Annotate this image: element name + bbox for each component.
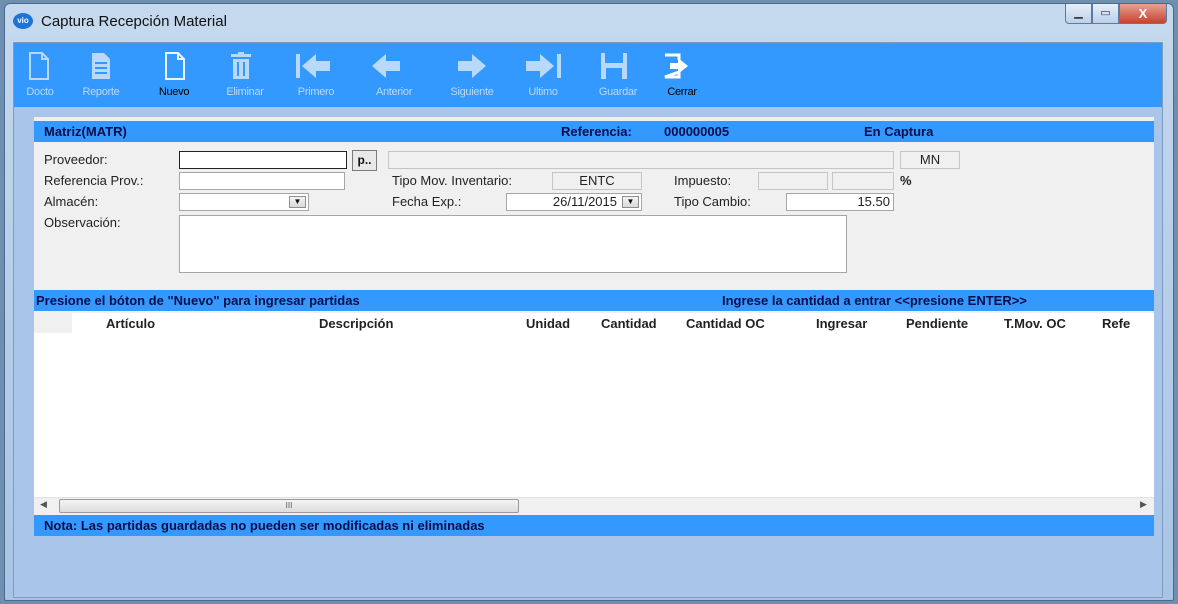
docto-label: Docto (26, 86, 54, 98)
status-badge: En Captura (864, 124, 934, 139)
trash-icon (231, 52, 251, 79)
horizontal-scrollbar[interactable]: ◀ III ▶ (34, 497, 1154, 515)
app-window: vio Captura Recepción Material ▁ ▭ X Doc… (4, 3, 1174, 601)
form-panel: Matriz(MATR) Referencia: 000000005 En Ca… (34, 117, 1154, 536)
header-bar: Matriz(MATR) Referencia: 000000005 En Ca… (34, 121, 1154, 142)
column-header-tmov-oc[interactable]: T.Mov. OC (1004, 316, 1066, 331)
column-header-pendiente[interactable]: Pendiente (906, 316, 968, 331)
fecha-exp-value: 26/11/2015 (552, 194, 617, 209)
chevron-down-icon[interactable]: ▼ (289, 196, 306, 208)
tipo-mov-label: Tipo Mov. Inventario: (392, 173, 512, 188)
tipo-mov-field: ENTC (552, 172, 642, 190)
proveedor-name-field (388, 151, 894, 169)
client-area: Docto Reporte Nuevo Eliminar Primero Ant… (13, 42, 1163, 598)
referencia-prov-label: Referencia Prov.: (44, 173, 144, 188)
instructions-bar: Presione el bóton de "Nuevo" para ingres… (34, 290, 1154, 311)
last-arrow-icon (526, 54, 561, 78)
primero-button[interactable]: Primero (278, 43, 354, 107)
grid-body[interactable] (34, 333, 1154, 497)
first-arrow-icon (296, 54, 330, 78)
fecha-exp-label: Fecha Exp.: (392, 194, 462, 209)
column-header-cantidad[interactable]: Cantidad (601, 316, 657, 331)
column-header-descripcion[interactable]: Descripción (319, 316, 393, 331)
column-header-referencia[interactable]: Refe (1102, 316, 1130, 331)
column-header-unidad[interactable]: Unidad (526, 316, 570, 331)
currency-field: MN (900, 151, 960, 169)
proveedor-label: Proveedor: (44, 152, 108, 167)
instruction-right: Ingrese la cantidad a entrar <<presione … (722, 293, 1027, 308)
title-bar[interactable]: vio Captura Recepción Material ▁ ▭ X (5, 4, 1173, 38)
column-header-articulo[interactable]: Artículo (106, 316, 155, 331)
report-icon (92, 53, 110, 79)
column-header-cantidad-oc[interactable]: Cantidad OC (686, 316, 765, 331)
minimize-button[interactable]: ▁ (1065, 4, 1092, 24)
reporte-label: Reporte (82, 86, 120, 98)
referencia-prov-input[interactable] (179, 172, 345, 190)
window-controls: ▁ ▭ X (1065, 4, 1167, 25)
scroll-left-icon[interactable]: ◀ (40, 499, 47, 510)
proveedor-input[interactable] (179, 151, 347, 169)
proveedor-lookup-button[interactable]: p.. (352, 150, 377, 171)
scroll-right-icon[interactable]: ▶ (1140, 499, 1147, 510)
observacion-label: Observación: (44, 215, 121, 230)
toolbar: Docto Reporte Nuevo Eliminar Primero Ant… (14, 43, 1162, 107)
ultimo-button[interactable]: Ultimo (510, 43, 576, 107)
impuesto-pct-field (832, 172, 894, 190)
maximize-button[interactable]: ▭ (1092, 4, 1119, 24)
grid-header: Artículo Descripción Unidad Cantidad Can… (34, 313, 1154, 333)
scroll-thumb[interactable]: III (59, 499, 519, 513)
anterior-button[interactable]: Anterior (354, 43, 434, 107)
nuevo-label: Nuevo (158, 86, 190, 98)
tipo-cambio-input[interactable]: 15.50 (786, 193, 894, 211)
nuevo-button[interactable]: Nuevo (136, 43, 212, 107)
instruction-left: Presione el bóton de "Nuevo" para ingres… (36, 293, 360, 308)
row-selector-header (34, 313, 72, 333)
tipo-cambio-label: Tipo Cambio: (674, 194, 751, 209)
note-text: Nota: Las partidas guardadas no pueden s… (44, 518, 485, 533)
impuesto-label: Impuesto: (674, 173, 732, 188)
eliminar-button[interactable]: Eliminar (212, 43, 278, 107)
observacion-textarea[interactable] (179, 215, 847, 273)
almacen-label: Almacén: (44, 194, 99, 209)
window-title: Captura Recepción Material (41, 13, 227, 30)
fecha-exp-picker[interactable]: 26/11/2015 ▼ (506, 193, 642, 211)
warehouse-label: Matriz(MATR) (44, 124, 127, 139)
percent-label: % (900, 173, 912, 188)
reference-value: 000000005 (664, 124, 730, 139)
cerrar-label: Cerrar (667, 86, 697, 98)
close-window-button[interactable]: X (1119, 4, 1167, 24)
exit-icon (664, 53, 688, 79)
docto-button[interactable]: Docto (14, 43, 66, 107)
save-icon (601, 53, 627, 79)
document-icon (29, 52, 49, 80)
note-bar: Nota: Las partidas guardadas no pueden s… (34, 515, 1154, 536)
eliminar-label: Eliminar (226, 86, 264, 98)
impuesto-field (758, 172, 828, 190)
new-document-icon (165, 52, 185, 80)
anterior-label: Anterior (375, 86, 413, 98)
chevron-down-icon[interactable]: ▼ (622, 196, 639, 208)
primero-label: Primero (297, 86, 335, 98)
cerrar-button[interactable]: Cerrar (660, 43, 720, 107)
reporte-button[interactable]: Reporte (66, 43, 136, 107)
app-logo-icon[interactable]: vio (13, 13, 33, 29)
ultimo-label: Ultimo (528, 86, 558, 98)
column-header-ingresar[interactable]: Ingresar (816, 316, 867, 331)
siguiente-label: Siguiente (450, 86, 494, 98)
previous-arrow-icon (372, 54, 400, 78)
next-arrow-icon (458, 54, 486, 78)
almacen-select[interactable]: ▼ (179, 193, 309, 211)
reference-label: Referencia: (561, 124, 632, 139)
siguiente-button[interactable]: Siguiente (434, 43, 510, 107)
